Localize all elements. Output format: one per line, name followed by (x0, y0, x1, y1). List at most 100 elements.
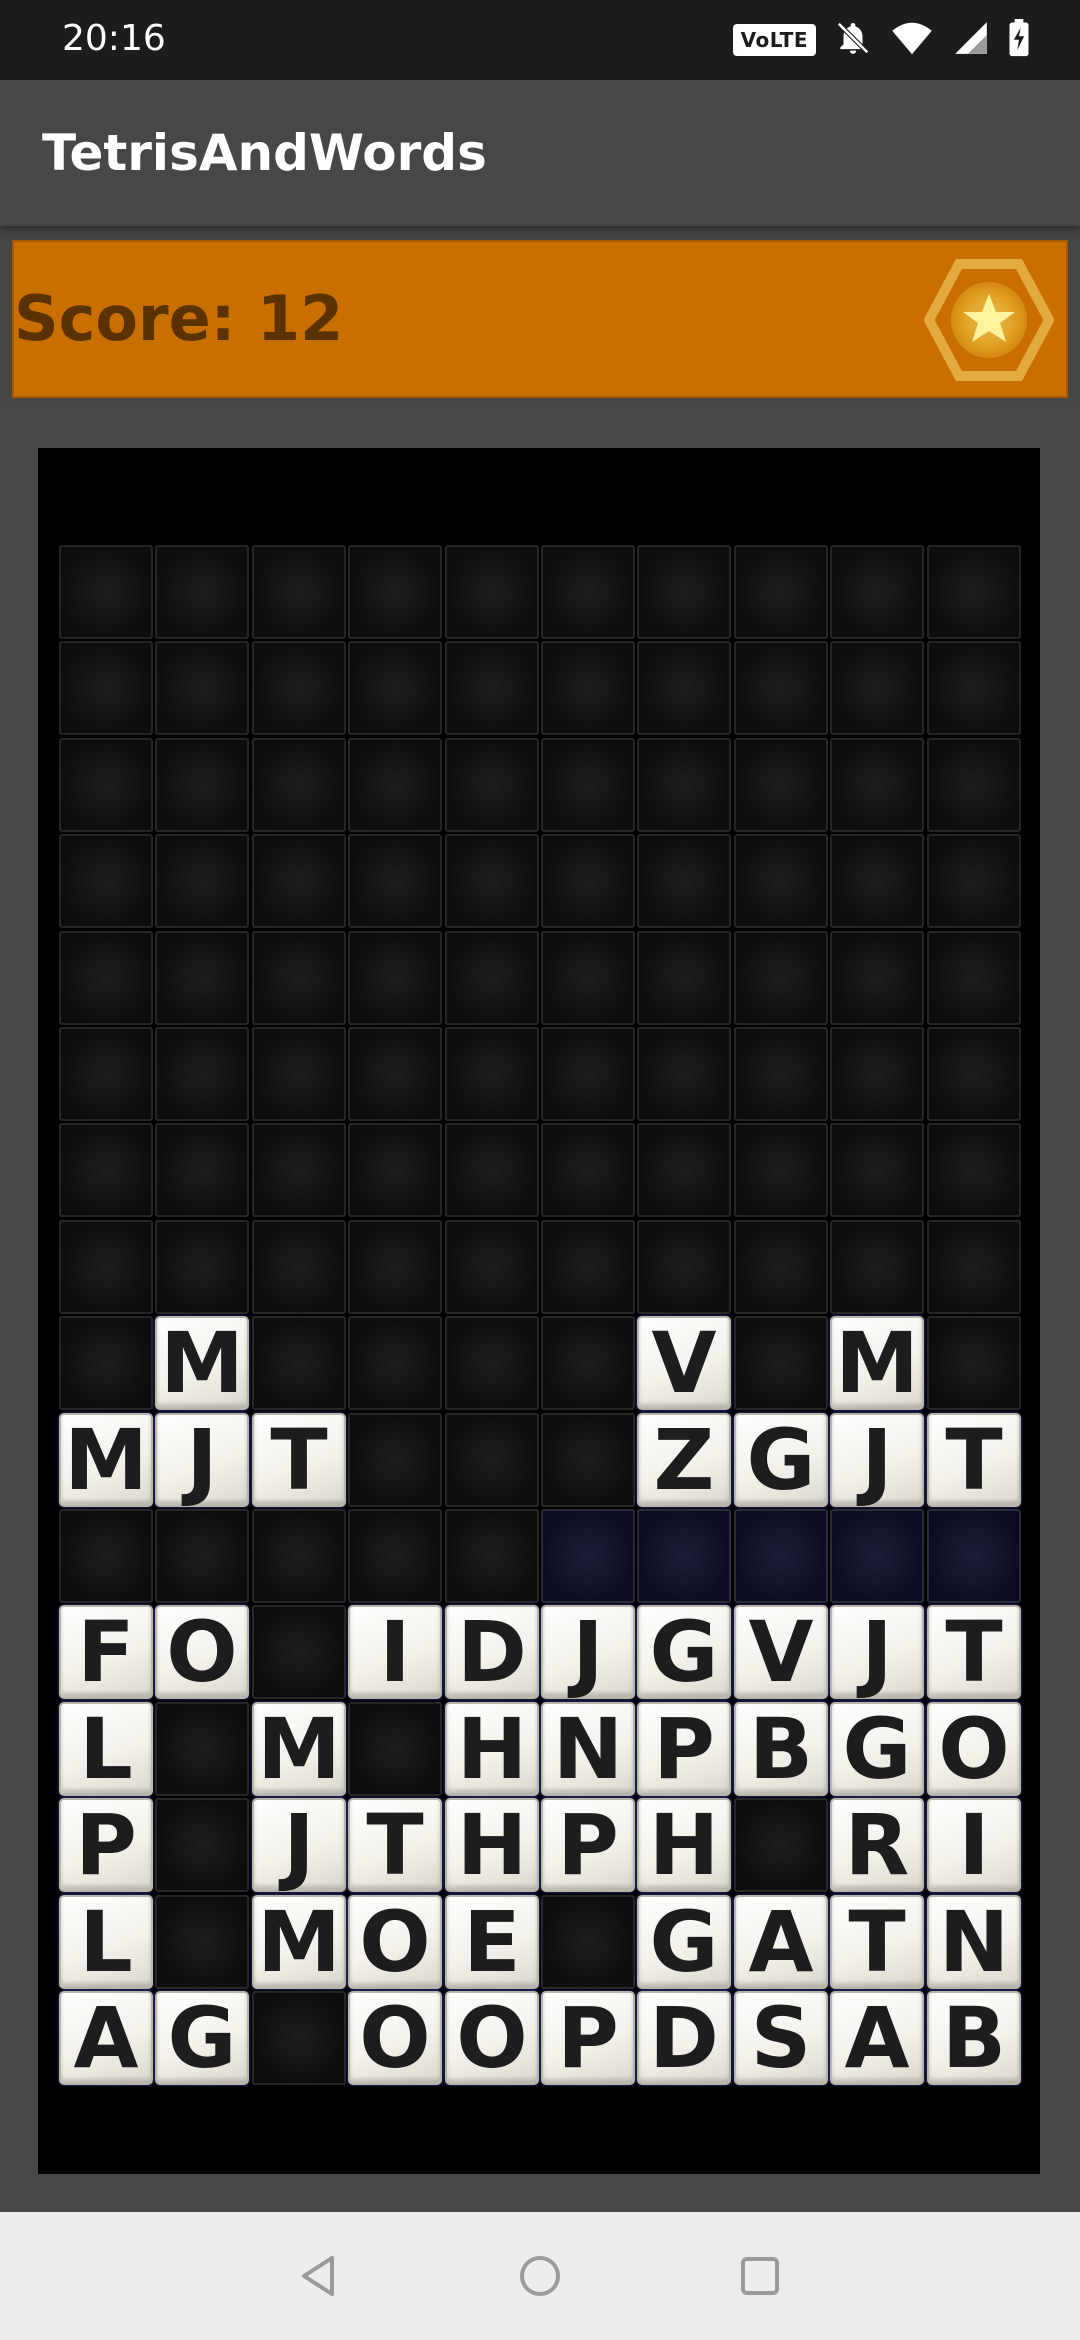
letter-tile[interactable]: I (927, 1798, 1021, 1892)
letter-tile[interactable]: M (252, 1702, 346, 1796)
letter-tile[interactable]: A (59, 1991, 153, 2085)
empty-cell (830, 1027, 924, 1121)
letter-tile[interactable]: O (348, 1895, 442, 1989)
letter-tile[interactable]: E (445, 1895, 539, 1989)
empty-cell (59, 738, 153, 832)
letter-tile[interactable]: N (927, 1895, 1021, 1989)
empty-cell (59, 931, 153, 1025)
empty-cell (348, 1702, 442, 1796)
empty-cell (348, 1509, 442, 1603)
letter-tile[interactable]: H (637, 1798, 731, 1892)
star-hexagon-icon[interactable] (924, 256, 1054, 384)
letter-tile[interactable]: T (348, 1798, 442, 1892)
empty-cell (252, 1316, 346, 1410)
letter-tile[interactable]: G (637, 1605, 731, 1699)
empty-cell (252, 545, 346, 639)
empty-cell (927, 545, 1021, 639)
letter-tile[interactable]: P (59, 1798, 153, 1892)
empty-cell (252, 738, 346, 832)
empty-cell (734, 834, 828, 928)
letter-tile[interactable]: T (830, 1895, 924, 1989)
empty-cell (59, 1027, 153, 1121)
letter-tile[interactable]: A (734, 1895, 828, 1989)
empty-cell (734, 931, 828, 1025)
letter-tile[interactable]: P (541, 1798, 635, 1892)
empty-cell (734, 1027, 828, 1121)
letter-tile[interactable]: B (734, 1702, 828, 1796)
empty-cell (155, 1220, 249, 1314)
empty-cell (830, 834, 924, 928)
letter-tile[interactable]: I (348, 1605, 442, 1699)
letter-tile[interactable]: L (59, 1702, 153, 1796)
letter-tile[interactable]: R (830, 1798, 924, 1892)
empty-cell (637, 641, 731, 735)
letter-tile[interactable]: H (445, 1798, 539, 1892)
letter-tile[interactable]: D (637, 1991, 731, 2085)
letter-tile[interactable]: M (830, 1316, 924, 1410)
letter-tile[interactable]: O (155, 1605, 249, 1699)
letter-tile[interactable]: J (541, 1605, 635, 1699)
letter-tile[interactable]: J (830, 1605, 924, 1699)
letter-tile[interactable]: D (445, 1605, 539, 1699)
letter-tile[interactable]: H (445, 1702, 539, 1796)
empty-cell (155, 931, 249, 1025)
empty-cell (541, 1509, 635, 1603)
letter-tile[interactable]: L (59, 1895, 153, 1989)
letter-tile[interactable]: M (59, 1413, 153, 1507)
letter-tile[interactable]: T (252, 1413, 346, 1507)
empty-cell (637, 834, 731, 928)
letter-tile[interactable]: J (252, 1798, 346, 1892)
letter-tile[interactable]: V (734, 1605, 828, 1699)
empty-cell (734, 738, 828, 832)
empty-cell (348, 1316, 442, 1410)
letter-tile[interactable]: A (830, 1991, 924, 2085)
letter-tile[interactable]: O (348, 1991, 442, 2085)
empty-cell (830, 931, 924, 1025)
empty-cell (445, 1509, 539, 1603)
empty-cell (445, 931, 539, 1025)
empty-cell (541, 1895, 635, 1989)
letter-tile[interactable]: F (59, 1605, 153, 1699)
letter-tile[interactable]: S (734, 1991, 828, 2085)
empty-cell (59, 1123, 153, 1217)
letter-tile[interactable]: G (830, 1702, 924, 1796)
empty-cell (541, 931, 635, 1025)
letter-tile[interactable]: G (155, 1991, 249, 2085)
empty-cell (252, 1991, 346, 2085)
letter-tile[interactable]: O (927, 1702, 1021, 1796)
letter-tile[interactable]: M (155, 1316, 249, 1410)
letter-tile[interactable]: Z (637, 1413, 731, 1507)
empty-cell (445, 738, 539, 832)
letter-tile[interactable]: M (252, 1895, 346, 1989)
letter-tile[interactable]: T (927, 1413, 1021, 1507)
empty-cell (252, 1123, 346, 1217)
letter-tile[interactable]: P (637, 1702, 731, 1796)
letter-tile[interactable]: G (637, 1895, 731, 1989)
letter-tile[interactable]: P (541, 1991, 635, 2085)
empty-cell (59, 1509, 153, 1603)
empty-cell (59, 545, 153, 639)
home-icon[interactable] (510, 2246, 570, 2306)
empty-cell (59, 1220, 153, 1314)
letter-tile[interactable]: B (927, 1991, 1021, 2085)
letter-tile[interactable]: V (637, 1316, 731, 1410)
empty-cell (252, 931, 346, 1025)
empty-cell (348, 1123, 442, 1217)
letter-tile[interactable]: O (445, 1991, 539, 2085)
letter-tile[interactable]: J (155, 1413, 249, 1507)
wifi-icon (890, 20, 934, 61)
empty-cell (252, 834, 346, 928)
empty-cell (445, 1316, 539, 1410)
empty-cell (637, 1123, 731, 1217)
empty-cell (445, 834, 539, 928)
battery-charging-icon (1008, 18, 1030, 62)
letter-tile[interactable]: T (927, 1605, 1021, 1699)
letter-tile[interactable]: G (734, 1413, 828, 1507)
recents-icon[interactable] (730, 2246, 790, 2306)
empty-cell (830, 1220, 924, 1314)
back-icon[interactable] (290, 2246, 350, 2306)
empty-cell (155, 1798, 249, 1892)
letter-tile[interactable]: N (541, 1702, 635, 1796)
empty-cell (734, 1123, 828, 1217)
letter-tile[interactable]: J (830, 1413, 924, 1507)
